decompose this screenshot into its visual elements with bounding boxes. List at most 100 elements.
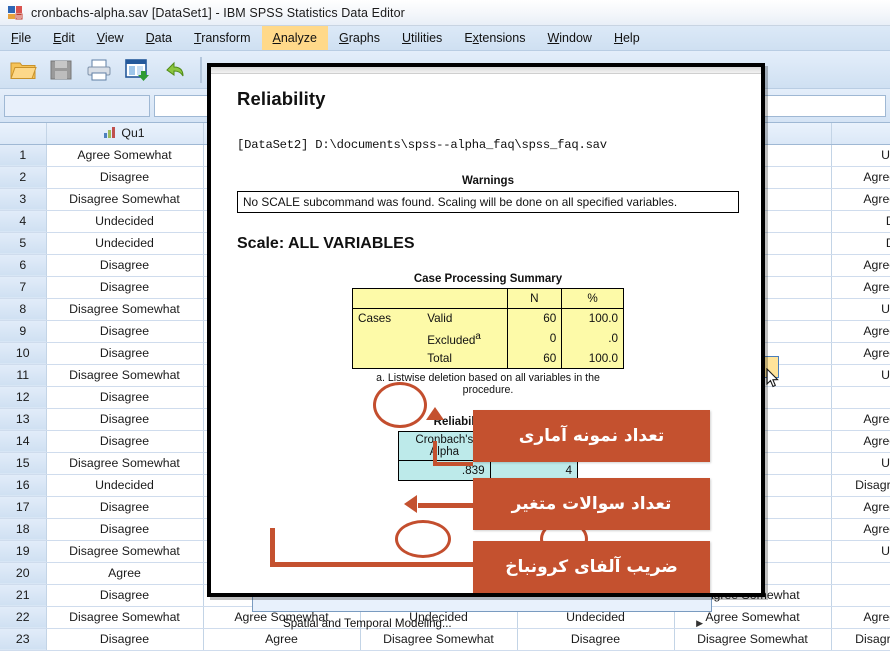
row-header[interactable]: 11: [0, 364, 47, 387]
row-header[interactable]: 7: [0, 276, 47, 299]
save-file-icon[interactable]: [44, 54, 78, 86]
grid-cell-qu1[interactable]: Disagree: [46, 518, 204, 541]
grid-cell-qu6[interactable]: Agree Somewhat: [831, 408, 890, 431]
grid-cell-qu1[interactable]: Agree: [46, 562, 204, 585]
case-processing-summary-table: N % Cases Valid 60 100.0 Excludeda 0 .0: [352, 288, 624, 369]
grid-cell-qu6[interactable]: Undecided: [831, 452, 890, 475]
footnote-marker: a: [475, 330, 481, 342]
print-icon[interactable]: [82, 54, 116, 86]
grid-cell-qu1[interactable]: Disagree Somewhat: [46, 606, 204, 629]
row-header[interactable]: 12: [0, 386, 47, 409]
grid-cell-qu6[interactable]: Undecided: [831, 298, 890, 321]
menu-data[interactable]: Data: [135, 26, 183, 50]
grid-cell-qu1[interactable]: Undecided: [46, 210, 204, 233]
export-window-icon[interactable]: [120, 54, 154, 86]
grid-cell-qu6[interactable]: Disagree: [831, 232, 890, 255]
grid-cell-qu1[interactable]: Disagree: [46, 408, 204, 431]
grid-cell-qu6[interactable]: Agree Somewhat: [831, 320, 890, 343]
grid-cell-qu1[interactable]: Disagree: [46, 430, 204, 453]
grid-cell-qu6[interactable]: Agree Somewhat: [831, 254, 890, 277]
menu-extensions[interactable]: Extensions: [453, 26, 536, 50]
column-header-qu6[interactable]: Qu6: [831, 123, 890, 145]
menu-transform[interactable]: Transform: [183, 26, 262, 50]
menu-view[interactable]: View: [86, 26, 135, 50]
row-header[interactable]: 1: [0, 144, 47, 167]
grid-cell-qu1[interactable]: Disagree Somewhat: [46, 364, 204, 387]
undo-icon[interactable]: [158, 54, 192, 86]
grid-cell-qu6[interactable]: Agree: [831, 562, 890, 585]
grid-cell-qu6[interactable]: Agree: [831, 386, 890, 409]
grid-cell-qu6[interactable]: Agree Somewhat: [831, 276, 890, 299]
table-row-valid: Cases Valid 60 100.0: [352, 308, 624, 329]
grid-cell-qu6[interactable]: Disagree: [831, 210, 890, 233]
grid-cell-qu1[interactable]: Disagree Somewhat: [46, 540, 204, 563]
grid-cell-qu6[interactable]: Undecided: [831, 364, 890, 387]
cell-reference-input[interactable]: [4, 94, 150, 117]
grid-cell-qu6[interactable]: Undecided: [831, 540, 890, 563]
grid-cell-qu1[interactable]: Disagree: [46, 166, 204, 189]
row-header[interactable]: 16: [0, 474, 47, 497]
grid-cell-qu1[interactable]: Disagree Somewhat: [46, 298, 204, 321]
excluded-n: 0: [506, 328, 562, 349]
highlight-circle-alpha: [395, 520, 451, 558]
excluded-percent: .0: [561, 328, 624, 349]
grid-corner[interactable]: [0, 123, 47, 145]
grid-cell-qu1[interactable]: Disagree: [46, 254, 204, 277]
menubar[interactable]: File Edit View Data Transform Analyze Gr…: [0, 26, 890, 51]
menu-edit[interactable]: Edit: [42, 26, 86, 50]
grid-cell-qu1[interactable]: Disagree: [46, 628, 204, 651]
grid-cell-qu6[interactable]: Agree Somewhat: [831, 430, 890, 453]
row-header[interactable]: 17: [0, 496, 47, 519]
grid-cell-qu1[interactable]: Disagree Somewhat: [46, 452, 204, 475]
grid-cell-qu1[interactable]: Disagree: [46, 386, 204, 409]
menu-window[interactable]: Window: [536, 26, 602, 50]
grid-cell-qu1[interactable]: Disagree: [46, 496, 204, 519]
row-header[interactable]: 9: [0, 320, 47, 343]
grid-cell-qu1[interactable]: Undecided: [46, 232, 204, 255]
case-processing-footnote: a. Listwise deletion based on all variab…: [376, 372, 600, 397]
row-header[interactable]: 5: [0, 232, 47, 255]
window-title: cronbachs-alpha.sav [DataSet1] - IBM SPS…: [31, 5, 405, 20]
open-file-icon[interactable]: [6, 54, 40, 86]
menu-help[interactable]: Help: [603, 26, 651, 50]
row-header[interactable]: 8: [0, 298, 47, 321]
grid-cell-qu1[interactable]: Disagree: [46, 320, 204, 343]
row-header[interactable]: 4: [0, 210, 47, 233]
grid-cell-qu6[interactable]: Agree Somewhat: [831, 188, 890, 211]
table-row-excluded: Excludeda 0 .0: [352, 328, 624, 349]
row-header[interactable]: 6: [0, 254, 47, 277]
grid-cell-qu1[interactable]: Undecided: [46, 474, 204, 497]
menu-utilities[interactable]: Utilities: [391, 26, 453, 50]
grid-cell-qu1[interactable]: Disagree: [46, 276, 204, 299]
menu-file[interactable]: File: [0, 26, 42, 50]
grid-cell-qu6[interactable]: Agree Somewhat: [831, 518, 890, 541]
row-header[interactable]: 3: [0, 188, 47, 211]
grid-cell-qu6[interactable]: Agree Somewhat: [831, 606, 890, 629]
grid-cell-qu6[interactable]: Agree Somewhat: [831, 496, 890, 519]
grid-cell-qu1[interactable]: Disagree: [46, 584, 204, 607]
row-header[interactable]: 21: [0, 584, 47, 607]
grid-cell-qu6[interactable]: Agree Somewhat: [831, 166, 890, 189]
row-header[interactable]: 23: [0, 628, 47, 651]
grid-cell-qu6[interactable]: Disagree Somewhat: [831, 474, 890, 497]
menu-analyze[interactable]: Analyze: [261, 26, 328, 50]
row-header[interactable]: 10: [0, 342, 47, 365]
menu-graphs[interactable]: Graphs: [328, 26, 391, 50]
row-header[interactable]: 13: [0, 408, 47, 431]
row-header[interactable]: 15: [0, 452, 47, 475]
grid-cell-qu6[interactable]: Undecided: [831, 144, 890, 167]
row-header[interactable]: 14: [0, 430, 47, 453]
grid-cell-qu6[interactable]: Disagree Somewhat: [831, 628, 890, 651]
row-header[interactable]: 22: [0, 606, 47, 629]
row-header[interactable]: 19: [0, 540, 47, 563]
grid-cell-qu6[interactable]: Agree: [831, 584, 890, 607]
menu-item-spatial-temporal-modeling[interactable]: Spatial and Temporal Modeling... ▶: [253, 613, 711, 633]
grid-cell-qu1[interactable]: Disagree: [46, 342, 204, 365]
row-header[interactable]: 20: [0, 562, 47, 585]
grid-cell-qu6[interactable]: Agree Somewhat: [831, 342, 890, 365]
grid-cell-qu1[interactable]: Agree Somewhat: [46, 144, 204, 167]
row-header[interactable]: 18: [0, 518, 47, 541]
grid-cell-qu1[interactable]: Disagree Somewhat: [46, 188, 204, 211]
column-header-qu1[interactable]: Qu1: [46, 123, 204, 145]
row-header[interactable]: 2: [0, 166, 47, 189]
